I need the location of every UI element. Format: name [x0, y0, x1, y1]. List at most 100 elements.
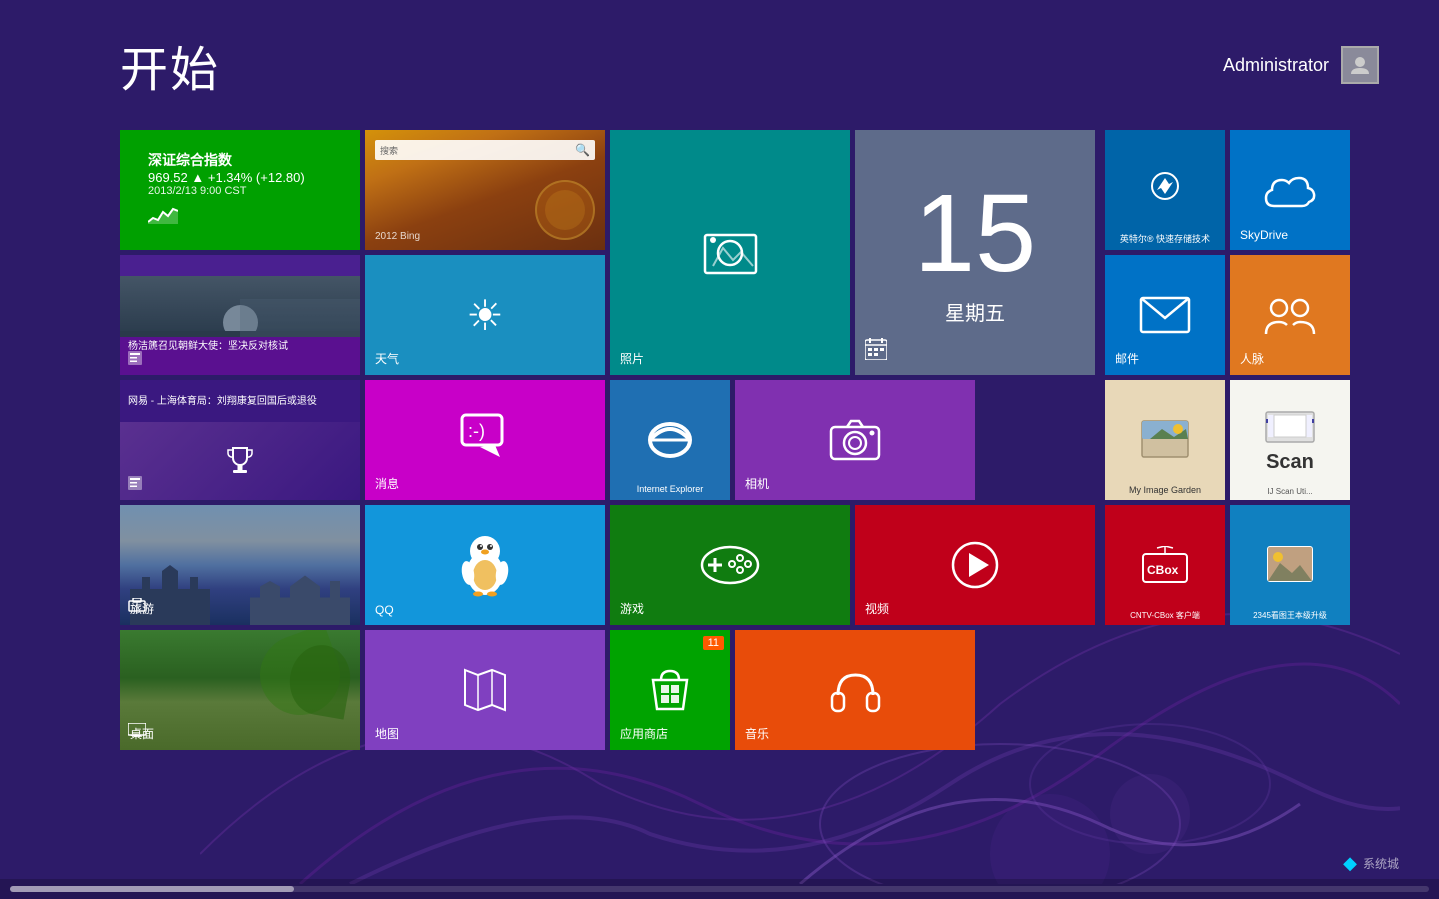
people-tile[interactable]: 人脉: [1230, 255, 1350, 375]
people-icon: [1264, 296, 1316, 334]
myimage-label: My Image Garden: [1108, 485, 1222, 496]
store-label: 应用商店: [620, 725, 668, 742]
header: 开始 Administrator: [0, 0, 1439, 120]
user-info[interactable]: Administrator: [1223, 46, 1379, 84]
stock-date: 2013/2/13 9:00 CST: [148, 185, 332, 197]
qq-icon: [458, 533, 513, 598]
cntv-icon: CBox: [1141, 546, 1189, 584]
row-2: Internet Explorer 相机: [610, 380, 1100, 500]
calendar-icon: [865, 338, 887, 365]
message-icon: :-): [460, 413, 510, 467]
headphones-icon: [828, 665, 883, 715]
watermark-text: 系统城: [1363, 855, 1399, 872]
row-4: 应用商店 11 音乐: [610, 630, 1100, 750]
column-1: 深证综合指数 969.52 ▲ +1.34% (+12.80) 2013/2/1…: [120, 130, 360, 750]
maps-tile[interactable]: 地图: [365, 630, 605, 750]
news2-headline: 网易 - 上海体育局：刘翔康复回国后或退役: [128, 395, 317, 408]
skydrive-tile[interactable]: SkyDrive: [1230, 130, 1350, 250]
bing-tile[interactable]: 搜索 🔍 2012 Bing: [365, 130, 605, 250]
column-2: 搜索 🔍 2012 Bing ☀ 天气 :-) 消息: [365, 130, 605, 750]
photos-icon: [703, 230, 758, 275]
cntv-tile[interactable]: CBox CNTV-CBox 客户端: [1105, 505, 1225, 625]
scrollbar-track: [10, 886, 1429, 892]
calendar-tile[interactable]: 15 星期五: [855, 130, 1095, 375]
ie-tile[interactable]: Internet Explorer: [610, 380, 730, 500]
controller-icon: [700, 543, 760, 587]
games-tile[interactable]: 游戏: [610, 505, 850, 625]
weather-tile[interactable]: ☀ 天气: [365, 255, 605, 375]
page-title: 开始: [120, 30, 220, 100]
ie-icon: [643, 413, 698, 468]
travel-tile[interactable]: 旅游: [120, 505, 360, 625]
column-4: 英特尔® 快速存储技术 SkyDrive 邮件: [1105, 130, 1355, 750]
ijscan-tile[interactable]: Scan IJ Scan Uti...: [1230, 380, 1350, 500]
messaging-tile[interactable]: :-) 消息: [365, 380, 605, 500]
ie-label: Internet Explorer: [613, 484, 727, 495]
news2-tile[interactable]: 网易 - 上海体育局：刘翔康复回国后或退役: [120, 380, 360, 500]
tile2345-label: 2345看图王本级升级: [1233, 611, 1347, 621]
music-tile[interactable]: 音乐: [735, 630, 975, 750]
news-icon: [128, 351, 142, 370]
intel-label: 英特尔® 快速存储技术: [1108, 234, 1222, 245]
cntv-label: CNTV-CBox 客户端: [1108, 611, 1222, 621]
messaging-label: 消息: [375, 475, 399, 492]
row-3: 游戏 视频: [610, 505, 1100, 625]
news1-headline: 杨洁篪召见朝鲜大使：坚决反对核试: [128, 340, 352, 353]
intel-icon: [1141, 170, 1189, 210]
trophy-icon: [225, 446, 255, 476]
mail-icon: [1139, 296, 1191, 334]
calendar-number: 15: [914, 179, 1036, 289]
col4-row1: 英特尔® 快速存储技术 SkyDrive: [1105, 130, 1355, 250]
scanner-icon: [1264, 407, 1316, 449]
store-tile[interactable]: 应用商店 11: [610, 630, 730, 750]
people-label: 人脉: [1240, 350, 1264, 367]
row-1: 照片 15 星期五: [610, 130, 1100, 375]
desktop-tile[interactable]: 桌面: [120, 630, 360, 750]
cloud-icon: [1264, 172, 1316, 208]
games-label: 游戏: [620, 600, 644, 617]
mail-tile[interactable]: 邮件: [1105, 255, 1225, 375]
weather-label: 天气: [375, 350, 399, 367]
bing-search-bar[interactable]: 搜索 🔍: [375, 140, 595, 160]
chart-icon: [148, 204, 332, 230]
calendar-day: 星期五: [945, 297, 1005, 326]
scrollbar[interactable]: [0, 879, 1439, 899]
store-icon: [645, 665, 695, 715]
map-icon: [460, 665, 510, 715]
svg-text::-): :-): [468, 421, 485, 441]
bing-label: 2012 Bing: [375, 231, 420, 242]
photos-tile[interactable]: 照片: [610, 130, 850, 375]
qq-tile[interactable]: QQ: [365, 505, 605, 625]
intel-tile[interactable]: 英特尔® 快速存储技术: [1105, 130, 1225, 250]
maps-label: 地图: [375, 725, 399, 742]
scrollbar-thumb[interactable]: [10, 886, 294, 892]
myimage-tile[interactable]: My Image Garden: [1105, 380, 1225, 500]
column-3: 照片 15 星期五: [610, 130, 1100, 750]
mail-label: 邮件: [1115, 350, 1139, 367]
svg-text:CBox: CBox: [1147, 563, 1179, 577]
tile2345[interactable]: 2345看图王本级升级: [1230, 505, 1350, 625]
watermark: ◆ 系统城: [1343, 853, 1399, 874]
scan-text: Scan: [1266, 451, 1314, 474]
photos-label: 照片: [620, 350, 644, 367]
stock-value: 969.52 ▲ +1.34% (+12.80): [148, 170, 332, 185]
camera-label: 相机: [745, 475, 769, 492]
username: Administrator: [1223, 55, 1329, 76]
camera-tile[interactable]: 相机: [735, 380, 975, 500]
weather-icon: ☀: [466, 291, 504, 340]
news1-tile[interactable]: 杨洁篪召见朝鲜大使：坚决反对核试: [120, 255, 360, 375]
myimage-icon: [1140, 419, 1190, 461]
watermark-logo: ◆: [1343, 853, 1357, 874]
music-label: 音乐: [745, 725, 769, 742]
col4-row2: 邮件 人脉: [1105, 255, 1355, 375]
video-tile[interactable]: 视频: [855, 505, 1095, 625]
news2-icon: [128, 476, 142, 495]
video-label: 视频: [865, 600, 889, 617]
tiles-container: 深证综合指数 969.52 ▲ +1.34% (+12.80) 2013/2/1…: [0, 120, 1439, 750]
play-icon: [949, 539, 1001, 591]
stock-title: 深证综合指数: [148, 150, 332, 170]
store-badge: 11: [703, 636, 724, 650]
stock-tile[interactable]: 深证综合指数 969.52 ▲ +1.34% (+12.80) 2013/2/1…: [120, 130, 360, 250]
col4-row4: CBox CNTV-CBox 客户端 2345看图王本级升级: [1105, 505, 1355, 625]
avatar[interactable]: [1341, 46, 1379, 84]
